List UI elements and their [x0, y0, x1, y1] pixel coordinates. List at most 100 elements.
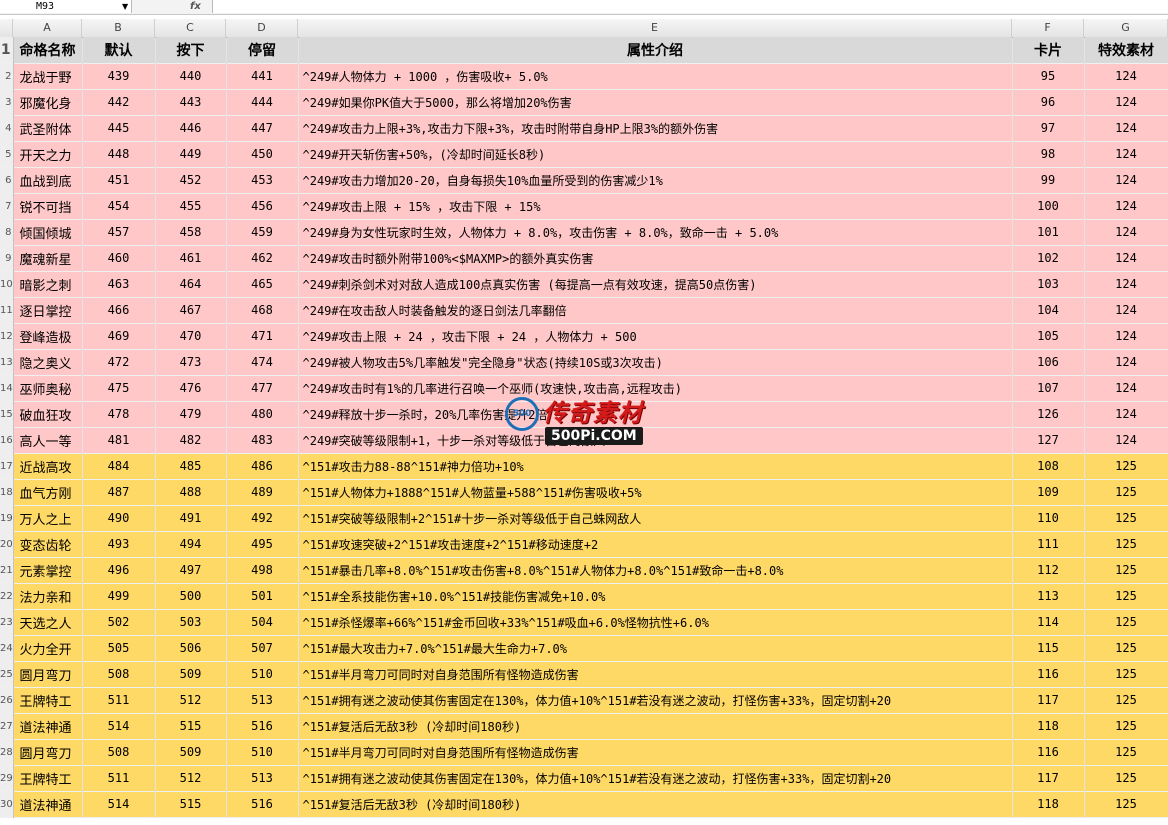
cell-default[interactable]: 511 [82, 765, 156, 792]
column-header-d[interactable]: D [226, 19, 298, 37]
row-number[interactable]: 19 [0, 505, 14, 532]
cell-effect[interactable]: 125 [1084, 531, 1168, 558]
cell-card[interactable]: 113 [1012, 583, 1085, 610]
cell-pressed[interactable]: 509 [155, 661, 227, 688]
cell-pressed[interactable]: 449 [155, 141, 227, 168]
cell-default[interactable]: 496 [82, 557, 156, 584]
row-number[interactable]: 28 [0, 739, 14, 766]
cell-card[interactable]: 104 [1012, 297, 1085, 324]
cell-pressed[interactable]: 458 [155, 219, 227, 246]
cell-description[interactable]: ^151#人物体力+1888^151#人物蓝量+588^151#伤害吸收+5% [298, 479, 1013, 506]
column-header-g[interactable]: G [1084, 19, 1168, 37]
cell-name[interactable]: 血气方刚 [13, 479, 83, 506]
cell-hover[interactable]: 474 [226, 349, 299, 376]
column-header-f[interactable]: F [1012, 19, 1084, 37]
cell-name[interactable]: 武圣附体 [13, 115, 83, 142]
row-number[interactable]: 13 [0, 349, 14, 376]
cell-effect[interactable]: 124 [1084, 297, 1168, 324]
cell-description[interactable]: ^249#攻击上限 + 15% ，攻击下限 + 15% [298, 193, 1013, 220]
row-number[interactable]: 14 [0, 375, 14, 402]
cell-default[interactable]: 478 [82, 401, 156, 428]
cell-card[interactable]: 96 [1012, 89, 1085, 116]
cell-hover[interactable]: 465 [226, 271, 299, 298]
cell-name[interactable]: 逐日掌控 [13, 297, 83, 324]
cell-description[interactable]: ^151#最大攻击力+7.0%^151#最大生命力+7.0% [298, 635, 1013, 662]
column-header-b[interactable]: B [82, 19, 155, 37]
cell-default[interactable]: 490 [82, 505, 156, 532]
cell-pressed[interactable]: 509 [155, 739, 227, 766]
cell-default[interactable]: 484 [82, 453, 156, 480]
row-number[interactable]: 12 [0, 323, 14, 350]
cell-effect[interactable]: 125 [1084, 661, 1168, 688]
cell-hover[interactable]: 459 [226, 219, 299, 246]
cell-hover[interactable]: 504 [226, 609, 299, 636]
cell-default[interactable]: 457 [82, 219, 156, 246]
cell-hover[interactable]: 468 [226, 297, 299, 324]
cell-default[interactable]: 469 [82, 323, 156, 350]
cell-effect[interactable]: 124 [1084, 271, 1168, 298]
cell-description[interactable]: ^151#拥有迷之波动使其伤害固定在130%，体力值+10%^151#若没有迷之… [298, 765, 1013, 792]
cell-description[interactable]: ^151#复活后无敌3秒 (冷却时间180秒) [298, 713, 1013, 740]
cell-hover[interactable]: 456 [226, 193, 299, 220]
cell-description[interactable]: ^249#人物体力 + 1000 ，伤害吸收+ 5.0% [298, 63, 1013, 90]
cell-description[interactable]: ^249#攻击时额外附带100%<$MAXMP>的额外真实伤害 [298, 245, 1013, 272]
header-cell-effect[interactable]: 特效素材 [1084, 37, 1168, 64]
cell-name[interactable]: 锐不可挡 [13, 193, 83, 220]
row-number[interactable]: 4 [0, 115, 14, 142]
cell-name[interactable]: 登峰造极 [13, 323, 83, 350]
cell-card[interactable]: 115 [1012, 635, 1085, 662]
cell-description[interactable]: ^249#攻击力上限+3%,攻击力下限+3%，攻击时附带自身HP上限3%的额外伤… [298, 115, 1013, 142]
cell-default[interactable]: 454 [82, 193, 156, 220]
header-cell-name[interactable]: 命格名称 [13, 37, 83, 64]
cell-description[interactable]: ^151#攻速突破+2^151#攻击速度+2^151#移动速度+2 [298, 531, 1013, 558]
cell-default[interactable]: 511 [82, 687, 156, 714]
cell-description[interactable]: ^249#如果你PK值大于5000，那么将增加20%伤害 [298, 89, 1013, 116]
cell-hover[interactable]: 483 [226, 427, 299, 454]
chevron-down-icon[interactable]: ▼ [122, 0, 128, 14]
cell-effect[interactable]: 125 [1084, 453, 1168, 480]
row-number[interactable]: 5 [0, 141, 14, 168]
select-all-corner[interactable] [0, 19, 13, 37]
cell-name[interactable]: 圆月弯刀 [13, 739, 83, 766]
cell-hover[interactable]: 501 [226, 583, 299, 610]
cell-description[interactable]: ^249#身为女性玩家时生效，人物体力 + 8.0%，攻击伤害 + 8.0%，致… [298, 219, 1013, 246]
cell-card[interactable]: 100 [1012, 193, 1085, 220]
cell-description[interactable]: ^151#半月弯刀可同时对自身范围所有怪物造成伤害 [298, 661, 1013, 688]
row-number[interactable]: 11 [0, 297, 14, 324]
cell-card[interactable]: 126 [1012, 401, 1085, 428]
cell-card[interactable]: 109 [1012, 479, 1085, 506]
cell-card[interactable]: 110 [1012, 505, 1085, 532]
cell-name[interactable]: 王牌特工 [13, 765, 83, 792]
cell-pressed[interactable]: 500 [155, 583, 227, 610]
cell-effect[interactable]: 124 [1084, 141, 1168, 168]
cell-name[interactable]: 龙战于野 [13, 63, 83, 90]
cell-card[interactable]: 127 [1012, 427, 1085, 454]
cell-hover[interactable]: 495 [226, 531, 299, 558]
cell-name[interactable]: 变态齿轮 [13, 531, 83, 558]
cell-default[interactable]: 493 [82, 531, 156, 558]
header-cell-hover[interactable]: 停留 [226, 37, 299, 64]
cell-card[interactable]: 98 [1012, 141, 1085, 168]
cell-hover[interactable]: 516 [226, 791, 299, 818]
cell-description[interactable]: ^151#杀怪爆率+66%^151#金币回收+33%^151#吸血+6.0%怪物… [298, 609, 1013, 636]
cell-name[interactable]: 火力全开 [13, 635, 83, 662]
cell-card[interactable]: 117 [1012, 765, 1085, 792]
header-cell-description[interactable]: 属性介绍 [298, 37, 1013, 64]
cell-effect[interactable]: 124 [1084, 193, 1168, 220]
function-icon[interactable]: fx [190, 0, 201, 14]
cell-name[interactable]: 圆月弯刀 [13, 661, 83, 688]
cell-name[interactable]: 开天之力 [13, 141, 83, 168]
row-number[interactable]: 16 [0, 427, 14, 454]
cell-default[interactable]: 466 [82, 297, 156, 324]
cell-effect[interactable]: 125 [1084, 635, 1168, 662]
cell-name[interactable]: 隐之奥义 [13, 349, 83, 376]
cell-default[interactable]: 475 [82, 375, 156, 402]
cell-pressed[interactable]: 482 [155, 427, 227, 454]
cell-hover[interactable]: 453 [226, 167, 299, 194]
cell-default[interactable]: 508 [82, 661, 156, 688]
cell-effect[interactable]: 125 [1084, 505, 1168, 532]
cell-pressed[interactable]: 464 [155, 271, 227, 298]
cell-card[interactable]: 103 [1012, 271, 1085, 298]
cell-card[interactable]: 97 [1012, 115, 1085, 142]
cell-effect[interactable]: 124 [1084, 349, 1168, 376]
